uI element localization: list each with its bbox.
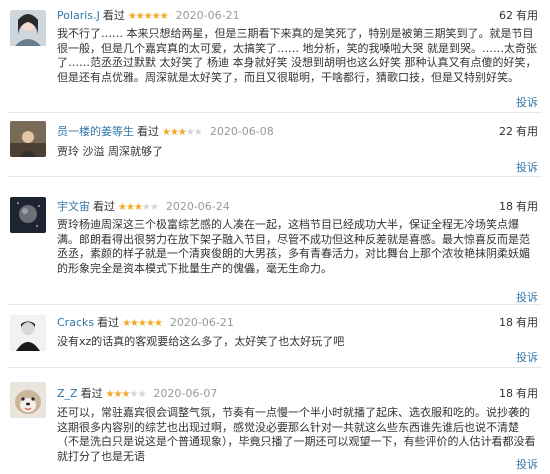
username-link[interactable]: Cracks (57, 316, 94, 329)
useful-label: 有用 (516, 200, 538, 213)
review-header: 宇文宙 看过 ★★★★★ 2020-06-24 (57, 199, 230, 215)
username-link[interactable]: 宇文宙 (57, 200, 90, 213)
useful-count: 62 (499, 9, 513, 22)
useful-vote[interactable]: 18 有用 (499, 199, 538, 215)
review-date: 2020-06-21 (175, 9, 240, 22)
report-link[interactable]: 投诉 (516, 159, 538, 175)
useful-vote[interactable]: 18 有用 (499, 386, 538, 402)
useful-count: 22 (499, 125, 513, 138)
watch-status: 看过 (137, 125, 159, 138)
useful-count: 18 (499, 316, 513, 329)
review-header: Z_Z 看过 ★★★★★ 2020-06-07 (57, 386, 217, 402)
useful-count: 18 (499, 387, 513, 400)
avatar[interactable] (10, 121, 46, 157)
username-link[interactable]: 员一楼的姜等生 (57, 125, 134, 138)
review-text: 还可以，常驻嘉宾很会调整气氛，节奏有一点慢一个半小时就播了起床、选衣服和吃的。说… (57, 406, 536, 463)
review-header: Cracks 看过 ★★★★★ 2020-06-21 (57, 315, 234, 331)
watch-status: 看过 (102, 9, 125, 22)
review-text: 没有xz的话真的客观要给这么多了，太好笑了也太好玩了吧 (57, 335, 345, 348)
avatar[interactable] (10, 197, 46, 233)
star-rating: ★★★★★ (122, 318, 163, 329)
review-date: 2020-06-21 (169, 316, 234, 329)
review-item: 员一楼的姜等生 看过 ★★★★★ 2020-06-08 22 有用 贾玲 沙溢 周深就够… (0, 113, 550, 175)
review-header: 员一楼的姜等生 看过 ★★★★★ 2020-06-08 (57, 124, 274, 140)
avatar[interactable] (10, 382, 46, 418)
report-link[interactable]: 投诉 (516, 94, 538, 110)
useful-vote[interactable]: 62 有用 (499, 8, 538, 24)
review-item: Z_Z 看过 ★★★★★ 2020-06-07 18 有用 还可以，常驻嘉宾很会调整气氛… (0, 368, 550, 474)
review-date: 2020-06-24 (165, 200, 230, 213)
report-link[interactable]: 投诉 (516, 456, 538, 472)
avatar[interactable] (10, 10, 46, 46)
useful-label: 有用 (516, 125, 538, 138)
watch-status: 看过 (80, 387, 103, 400)
useful-vote[interactable]: 22 有用 (499, 124, 538, 140)
review-date: 2020-06-08 (209, 125, 274, 138)
review-text: 我不行了…… 本来只想给两星，但是三期看下来真的是笑死了，特别是被第三期笑到了。… (57, 27, 537, 84)
review-date: 2020-06-07 (153, 387, 218, 400)
useful-label: 有用 (516, 9, 538, 22)
watch-status: 看过 (97, 316, 120, 329)
star-rating: ★★★★★ (127, 11, 169, 22)
review-item: 宇文宙 看过 ★★★★★ 2020-06-24 18 有用 贾玲杨迪周深这三个极富综艺感… (0, 177, 550, 305)
watch-status: 看过 (93, 200, 115, 213)
star-rating: ★★★★★ (162, 127, 203, 138)
avatar[interactable] (10, 315, 46, 351)
report-link[interactable]: 投诉 (516, 289, 538, 305)
report-link[interactable]: 投诉 (516, 349, 538, 365)
useful-count: 18 (499, 200, 513, 213)
useful-label: 有用 (516, 387, 538, 400)
review-text: 贾玲 沙溢 周深就够了 (57, 145, 163, 158)
useful-label: 有用 (516, 316, 538, 329)
star-rating: ★★★★★ (105, 389, 147, 400)
review-item: Polaris.J 看过 ★★★★★ 2020-06-21 62 有用 我不行了…… 本… (0, 0, 550, 112)
review-item: Cracks 看过 ★★★★★ 2020-06-21 18 有用 没有xz的话真的客观要… (0, 305, 550, 367)
username-link[interactable]: Z_Z (57, 387, 78, 400)
useful-vote[interactable]: 18 有用 (499, 315, 538, 331)
review-header: Polaris.J 看过 ★★★★★ 2020-06-21 (57, 8, 240, 24)
review-text: 贾玲杨迪周深这三个极富综艺感的人凑在一起，这档节目已经成功大半，保证全程无冷场笑… (57, 218, 530, 275)
username-link[interactable]: Polaris.J (57, 9, 100, 22)
star-rating: ★★★★★ (118, 202, 159, 213)
